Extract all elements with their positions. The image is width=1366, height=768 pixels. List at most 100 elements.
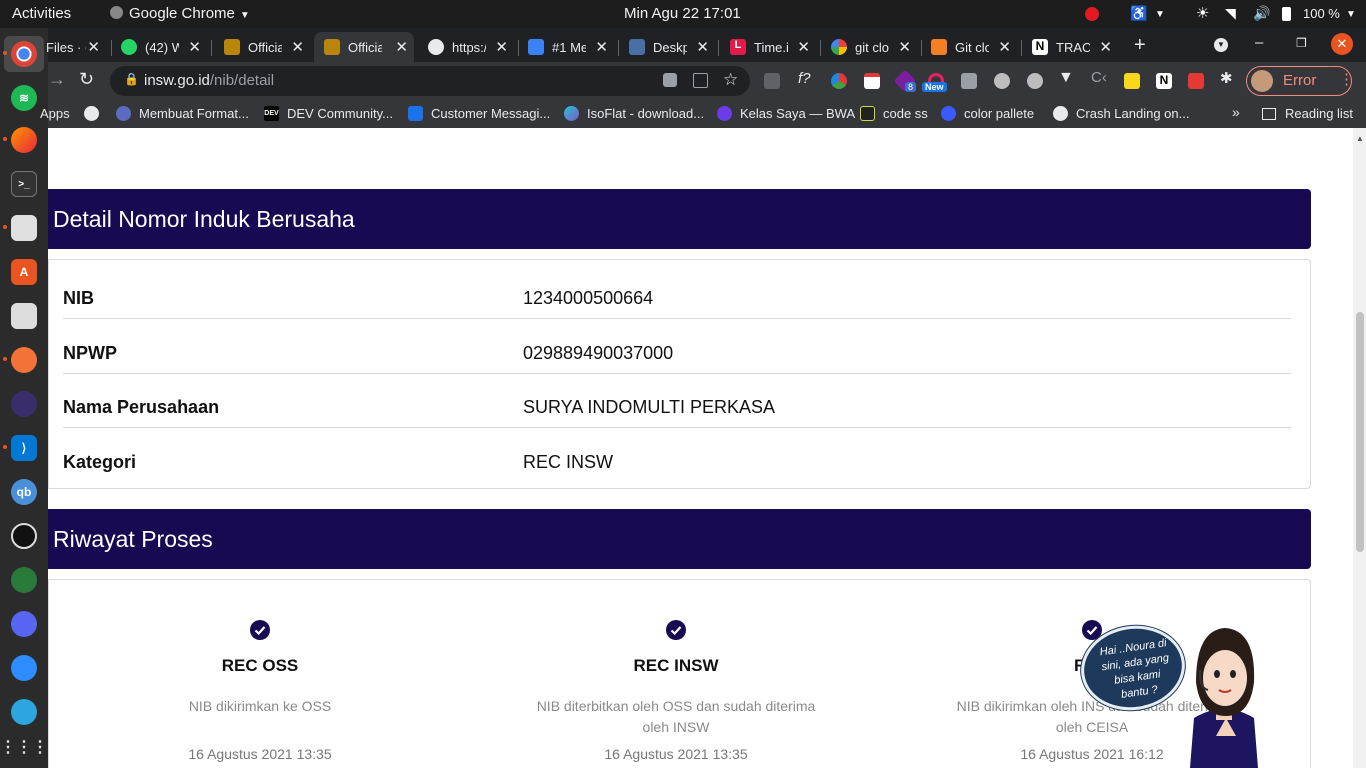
reading-list-button[interactable]: Reading list: [1262, 106, 1353, 121]
tab-close-icon[interactable]: ✕: [1099, 38, 1112, 56]
firefox-icon[interactable]: [11, 127, 37, 153]
android-studio-icon[interactable]: [11, 567, 37, 593]
scroll-up-icon[interactable]: ▲: [1356, 134, 1364, 143]
minimize-icon[interactable]: –: [1255, 34, 1263, 51]
clock[interactable]: Min Agu 22 17:01: [624, 5, 741, 22]
tab-close-icon[interactable]: ✕: [998, 38, 1011, 56]
scrollbar-thumb[interactable]: [1356, 312, 1364, 552]
files-icon[interactable]: [11, 215, 37, 241]
time-favicon-icon: L: [730, 39, 746, 55]
show-applications-icon[interactable]: ⋮⋮⋮: [0, 734, 48, 760]
extension-lens-icon[interactable]: [994, 73, 1010, 89]
night-light-icon[interactable]: ☀: [1196, 4, 1210, 22]
tab-close-icon[interactable]: ✕: [797, 38, 810, 56]
tab[interactable]: Files · (✕: [46, 32, 100, 62]
bookmark-item[interactable]: Crash Landing on...: [1053, 106, 1189, 121]
bookmark-item[interactable]: Customer Messagi...: [408, 106, 550, 121]
battery-level[interactable]: 100 %: [1303, 6, 1340, 21]
extension-camera-icon[interactable]: [961, 73, 977, 89]
profile-button[interactable]: Error ⋮: [1246, 66, 1354, 96]
bookmark-item[interactable]: color pallete: [941, 106, 1034, 121]
tab-close-icon[interactable]: ✕: [395, 38, 408, 56]
blocked-popup-icon[interactable]: [663, 73, 677, 87]
tab-close-icon[interactable]: ✕: [595, 38, 608, 56]
tab[interactable]: Git clo ✕: [931, 32, 1011, 62]
tab[interactable]: Deskp ✕: [629, 32, 709, 62]
close-window-icon[interactable]: ✕: [1331, 33, 1353, 55]
bookmark-apps[interactable]: Apps: [40, 106, 70, 121]
bookmark-item[interactable]: IsoFlat - download...: [564, 106, 704, 121]
bwa-favicon-icon: [717, 106, 732, 121]
profile-status: Error: [1283, 72, 1317, 89]
discord-icon[interactable]: [11, 611, 37, 637]
postman-icon[interactable]: [11, 347, 37, 373]
tab[interactable]: #1 Me ✕: [528, 32, 608, 62]
extension-vue-icon[interactable]: ▼: [1058, 69, 1074, 86]
tab[interactable]: L Time.i ✕: [730, 32, 810, 62]
bookmark-item[interactable]: Membuat Format...: [116, 106, 249, 121]
tab[interactable]: Officia ✕: [224, 32, 304, 62]
volume-icon[interactable]: 🔊: [1253, 5, 1270, 21]
extension-ruler-icon[interactable]: [764, 73, 780, 89]
omnibox[interactable]: 🔒 insw.go.id/nib/detail ☆: [110, 66, 750, 96]
extension-chat-icon[interactable]: [1027, 73, 1043, 89]
wifi-icon[interactable]: ◥: [1225, 5, 1239, 21]
tab[interactable]: (42) W ✕: [121, 32, 201, 62]
tab-close-icon[interactable]: ✕: [696, 38, 709, 56]
extension-code-icon[interactable]: C‹: [1091, 69, 1107, 86]
bookmark-globe[interactable]: [84, 106, 107, 121]
qbittorrent-icon[interactable]: qb: [11, 479, 37, 505]
step-description: NIB diterbitkan oleh OSS dan sudah diter…: [536, 698, 816, 735]
restore-icon[interactable]: ❐: [1296, 36, 1307, 50]
tab[interactable]: https:/ ✕: [428, 32, 508, 62]
translate-icon[interactable]: [693, 73, 708, 88]
extension-notion-icon[interactable]: N: [1156, 73, 1172, 89]
tab-close-icon[interactable]: ✕: [291, 38, 304, 56]
omnibox-url[interactable]: insw.go.id/nib/detail: [144, 72, 274, 89]
obs-icon[interactable]: [11, 523, 37, 549]
tab[interactable]: N TRACI ✕: [1032, 32, 1112, 62]
tab-close-icon[interactable]: ✕: [898, 38, 911, 56]
battery-icon[interactable]: [1282, 7, 1291, 21]
tab-close-icon[interactable]: ✕: [495, 38, 508, 56]
do-not-disturb-icon[interactable]: [1085, 7, 1099, 21]
bookmark-item[interactable]: Kelas Saya — BWA: [717, 106, 855, 121]
extensions-puzzle-icon[interactable]: ✱: [1220, 69, 1236, 87]
garuda-favicon-icon: [224, 39, 240, 55]
zoom-icon[interactable]: [11, 655, 37, 681]
spotify-icon[interactable]: ≋: [11, 85, 37, 111]
bookmarks-overflow-icon[interactable]: »: [1232, 104, 1240, 120]
extension-video-icon[interactable]: [1188, 73, 1204, 89]
chrome-icon[interactable]: [11, 41, 37, 67]
chatbot-widget[interactable]: Hai ..Noura di sini, ada yang bisa kami …: [1075, 618, 1318, 768]
lock-icon[interactable]: 🔒: [124, 72, 139, 86]
reload-icon[interactable]: ↻: [79, 69, 94, 90]
terminal-icon[interactable]: >_: [11, 171, 37, 197]
ubuntu-dock: ≋ >_ A ⟩ qb ⋮⋮⋮: [0, 28, 48, 768]
forward-icon[interactable]: →: [48, 69, 66, 90]
extension-color-icon[interactable]: [831, 73, 847, 89]
bookmark-item[interactable]: DEV DEV Community...: [264, 106, 393, 121]
extension-highlight-icon[interactable]: [1124, 73, 1140, 89]
new-tab-icon[interactable]: +: [1134, 34, 1146, 57]
app-menu[interactable]: Google Chrome ▼: [110, 5, 250, 22]
accessibility-caret-icon[interactable]: ▼: [1155, 9, 1169, 23]
software-center-icon[interactable]: A: [11, 259, 37, 285]
accessibility-icon[interactable]: ♿: [1130, 5, 1147, 21]
system-menu-caret-icon[interactable]: ▼: [1346, 9, 1360, 23]
eclipse-icon[interactable]: [11, 391, 37, 417]
extension-calendar-icon[interactable]: [864, 73, 880, 89]
extension-formula-icon[interactable]: f?: [798, 70, 814, 87]
tab[interactable]: git clo ✕: [831, 32, 911, 62]
telegram-icon[interactable]: [11, 699, 37, 725]
tab-search-icon[interactable]: ▼: [1214, 38, 1228, 52]
page-scrollbar[interactable]: ▲: [1353, 128, 1366, 768]
tab-close-icon[interactable]: ✕: [188, 38, 201, 56]
inkscape-icon[interactable]: [11, 303, 37, 329]
vscode-icon[interactable]: ⟩: [11, 435, 37, 461]
tab-active[interactable]: Officia ✕: [314, 32, 414, 62]
bookmark-star-icon[interactable]: ☆: [723, 70, 738, 90]
tab-close-icon[interactable]: ✕: [87, 38, 100, 56]
bookmark-item[interactable]: code ss: [860, 106, 928, 121]
activities-button[interactable]: Activities: [12, 5, 71, 22]
